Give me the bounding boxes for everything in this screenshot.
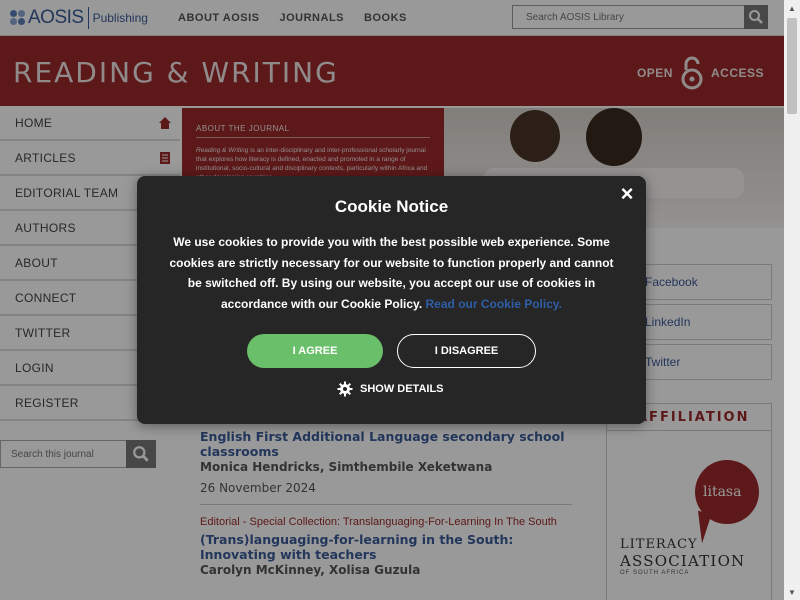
cookie-policy-link[interactable]: Read our Cookie Policy. (426, 297, 562, 311)
scrollbar-thumb[interactable] (787, 18, 797, 114)
scroll-up-icon[interactable]: ▲ (784, 0, 800, 16)
agree-button[interactable]: I AGREE (247, 334, 383, 368)
page-scrollbar[interactable]: ▲ ▼ (784, 0, 800, 600)
show-details-toggle[interactable]: SHOW DETAILS (337, 381, 444, 397)
cookie-notice-title: Cookie Notice (334, 197, 449, 216)
scroll-down-icon[interactable]: ▼ (784, 584, 800, 600)
show-details-label: SHOW DETAILS (360, 383, 444, 395)
close-icon[interactable]: × (617, 183, 637, 205)
gear-icon (337, 381, 353, 397)
cookie-notice-body: We use cookies to provide you with the b… (161, 232, 622, 314)
cookie-notice-dialog: Cookie Notice × We use cookies to provid… (137, 176, 646, 424)
disagree-button[interactable]: I DISAGREE (397, 334, 536, 368)
